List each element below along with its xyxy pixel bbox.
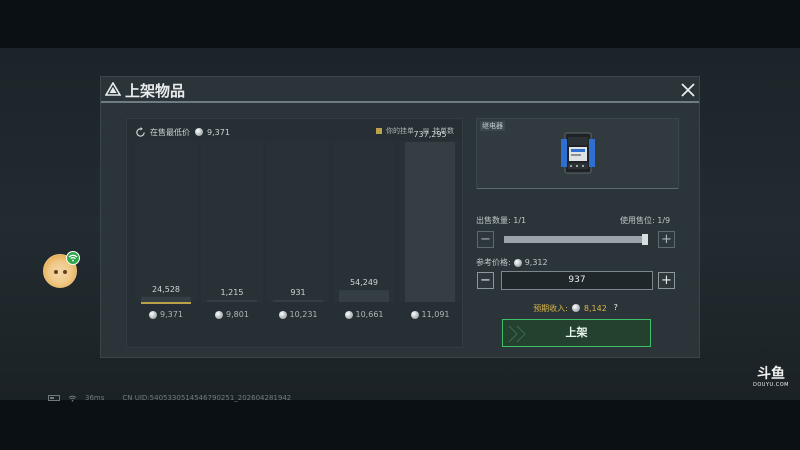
wifi-badge-icon	[66, 251, 80, 265]
chart-bar[interactable]	[339, 290, 389, 302]
close-icon[interactable]	[679, 81, 697, 99]
chart-column-bg	[201, 141, 263, 302]
price-plus-button[interactable]: +	[658, 272, 675, 289]
quantity-slider[interactable]	[504, 234, 648, 245]
status-bar: 36ms CN UID:5405330514546790251_20260428…	[48, 392, 291, 404]
top-backdrop	[0, 0, 800, 48]
help-icon[interactable]: ?	[610, 303, 621, 313]
bar-count-label: 737,295	[413, 130, 447, 139]
expected-income-label: 预期收入:	[533, 303, 568, 313]
coin-icon	[149, 310, 158, 319]
list-item-dialog: 上架物品 在售最低价 9,371 你的挂单 挂单数 24,528 9,371 1,2…	[100, 76, 700, 358]
chart-column-bg	[135, 141, 197, 302]
list-item-button-label: 上架	[565, 326, 588, 339]
item-name: 继电器	[480, 121, 505, 131]
watermark-sub: DOUYU.COM	[753, 382, 789, 388]
bar-price-value: 9,371	[160, 310, 183, 319]
chart-column-bg	[267, 141, 329, 302]
quantity-slider-thumb[interactable]	[642, 234, 648, 245]
expected-income-value: 8,142	[583, 303, 607, 313]
quantity-minus-button[interactable]: −	[477, 231, 494, 248]
dialog-title: 上架物品	[125, 82, 186, 100]
price-input[interactable]: 937	[501, 271, 653, 290]
coin-icon	[278, 310, 287, 319]
coin-icon	[513, 258, 522, 267]
dialog-header: 上架物品	[101, 77, 699, 102]
battery-icon	[48, 395, 60, 401]
bar-price-value: 10,231	[289, 310, 318, 319]
item-preview: 继电器	[476, 118, 679, 189]
price-minus-button[interactable]: −	[477, 272, 494, 289]
coin-icon	[410, 310, 419, 319]
relay-item-icon	[561, 132, 595, 174]
list-item-button[interactable]: 上架	[502, 319, 651, 347]
chart-bar[interactable]	[207, 300, 257, 302]
sell-quantity-label: 出售数量: 1/1	[476, 216, 527, 225]
item-card-rule	[477, 188, 678, 189]
quantity-slider-fill	[504, 236, 648, 243]
coin-icon	[571, 304, 580, 312]
bar-price-label: 10,661	[334, 310, 394, 319]
wifi-icon	[68, 395, 77, 401]
uid-text: CN UID:5405330514546790251_202604281942	[122, 394, 292, 402]
expected-income-row: 预期收入: 8,142 ?	[502, 301, 652, 315]
title-divider	[101, 101, 699, 103]
quantity-plus-button[interactable]: +	[658, 231, 675, 248]
avatar-eye-left	[54, 270, 58, 274]
bar-price-value: 9,801	[226, 310, 249, 319]
bar-count-label: 54,249	[350, 278, 378, 288]
bar-count-label: 1,215	[220, 288, 244, 297]
watermark-main: 斗鱼	[757, 366, 785, 382]
bottom-backdrop	[0, 400, 800, 450]
bar-price-label: 11,091	[400, 310, 460, 319]
reference-price-value: 9,312	[524, 258, 548, 267]
coin-icon	[215, 310, 224, 319]
bar-count-label: 931	[290, 288, 306, 297]
your-listing-marker	[141, 302, 191, 304]
avatar-eye-right	[63, 270, 67, 274]
chart-bar[interactable]	[141, 296, 191, 302]
bar-price-label: 9,371	[136, 310, 196, 319]
bar-price-value: 10,661	[355, 310, 384, 319]
chart-bar[interactable]	[273, 300, 323, 302]
bar-price-label: 10,231	[268, 310, 328, 319]
bar-count-label: 24,528	[152, 284, 180, 294]
latency-text: 36ms	[85, 394, 105, 402]
slots-used-label: 使用售位: 1/9	[620, 216, 671, 225]
douyu-watermark: 斗鱼 DOUYU.COM	[753, 366, 789, 388]
chart-bar[interactable]	[405, 142, 455, 302]
bar-price-label: 9,801	[202, 310, 262, 319]
bar-price-value: 11,091	[421, 310, 450, 319]
coin-icon	[344, 310, 353, 319]
reference-price-label: 参考价格:	[476, 258, 511, 267]
price-depth-chart: 在售最低价 9,371 你的挂单 挂单数 24,528 9,371 1,215 9,8…	[126, 118, 463, 348]
reference-price-row: 参考价格: 9,312	[476, 257, 548, 268]
market-logo-icon	[105, 82, 121, 96]
